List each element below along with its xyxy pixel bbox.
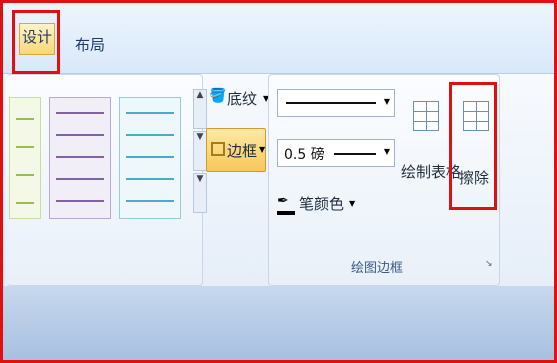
outer-highlight-frame [0, 0, 557, 363]
